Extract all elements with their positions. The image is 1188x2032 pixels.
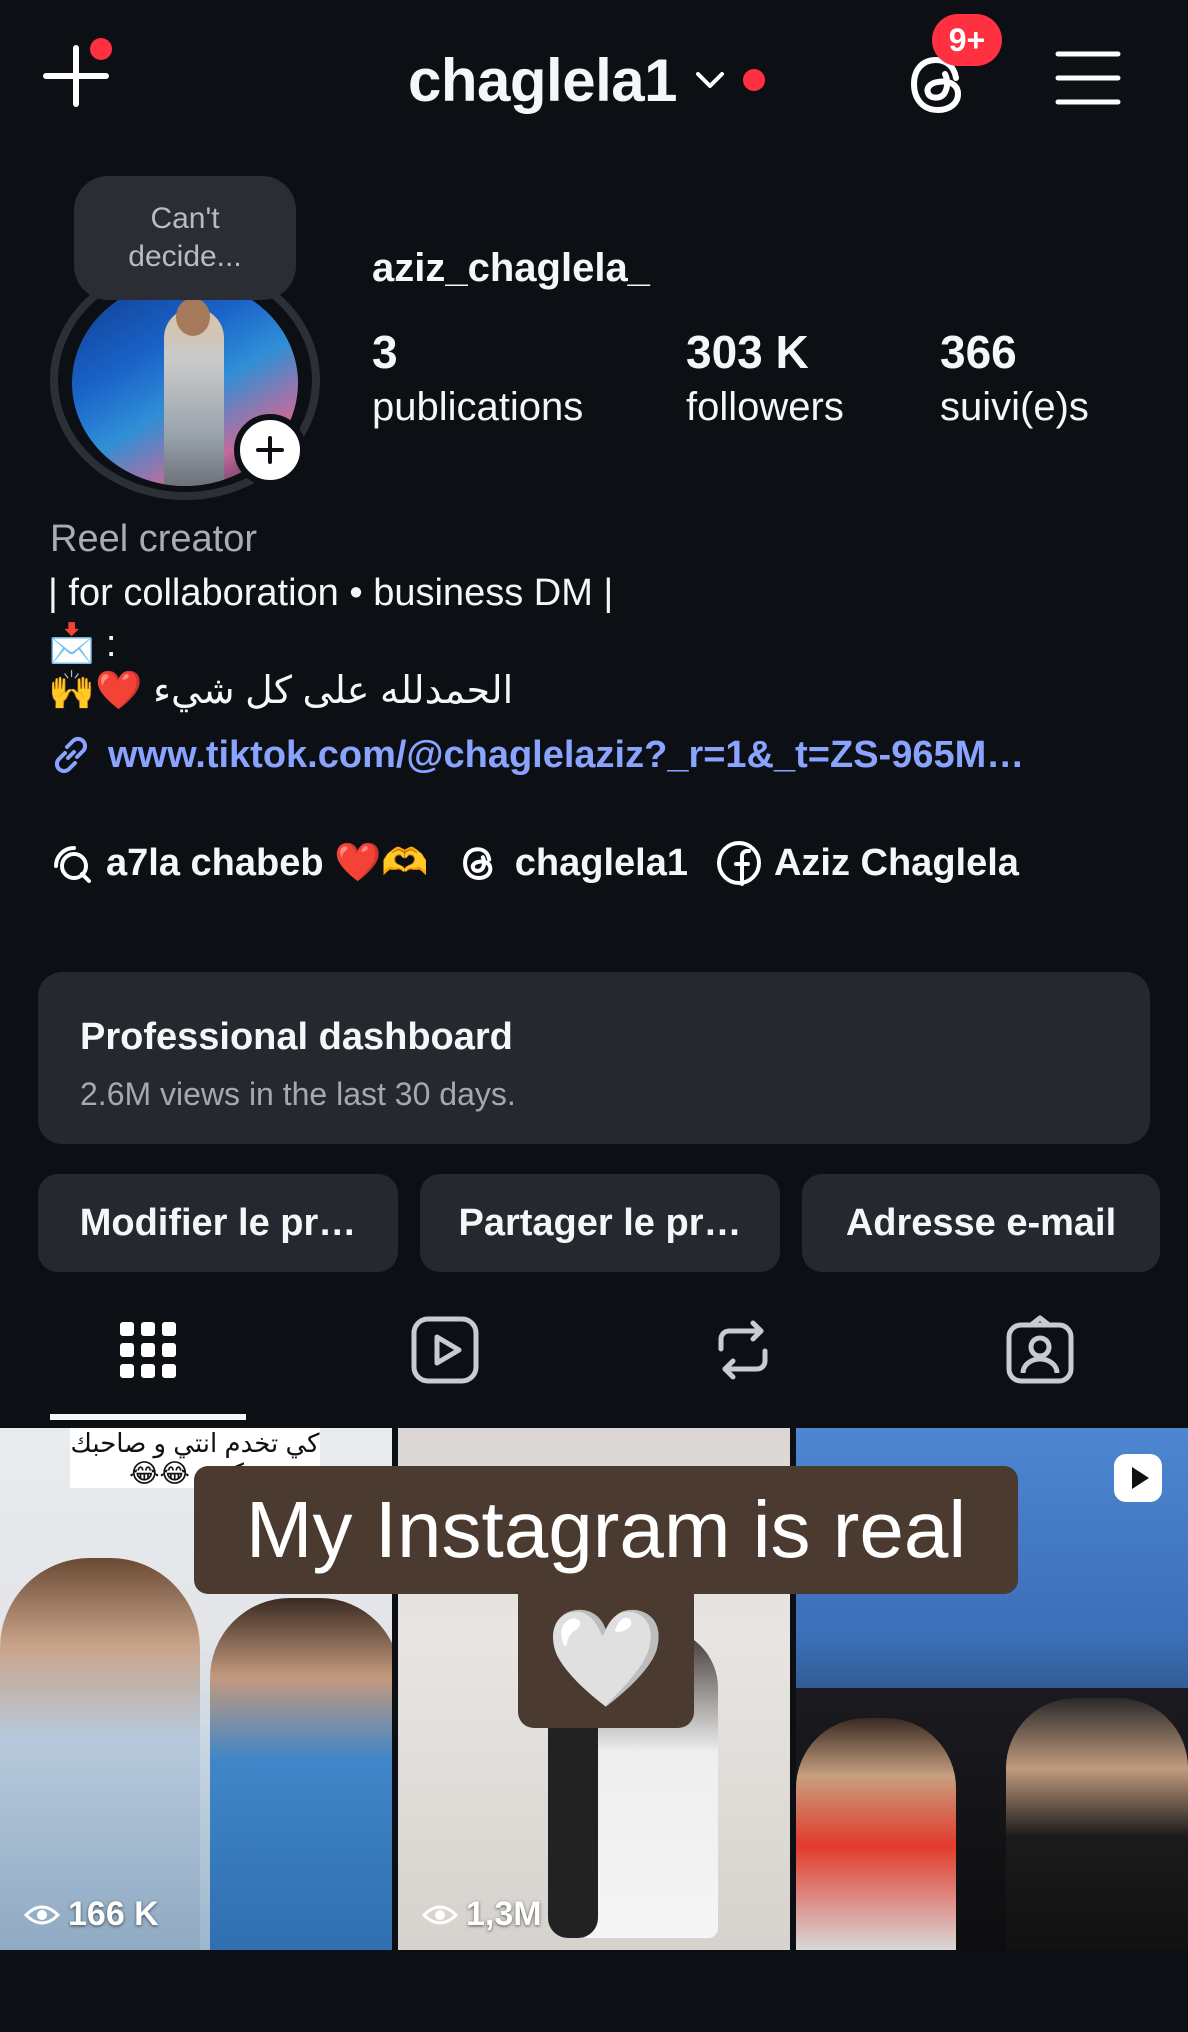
stat-posts[interactable]: 3 publications	[372, 326, 583, 436]
notification-dot	[90, 38, 112, 60]
stat-label: publications	[372, 385, 584, 429]
facebook-icon	[716, 841, 761, 886]
tagged-icon	[1006, 1315, 1074, 1384]
grid-icon	[120, 1322, 176, 1378]
dashboard-title: Professional dashboard	[80, 1016, 513, 1058]
add-story-button[interactable]	[234, 414, 306, 486]
tab-reposts[interactable]	[703, 1310, 783, 1390]
profile-links: a7la chabeb ❤️🫶 chaglela1 Aziz Chaglela	[48, 840, 1019, 886]
chip-label: Aziz Chaglela	[773, 841, 1019, 884]
bio-category: Reel creator	[50, 518, 257, 560]
chip-threads[interactable]: chaglela1	[457, 840, 688, 886]
threads-badge: 9+	[932, 14, 1002, 66]
menu-button[interactable]	[1054, 46, 1122, 110]
eye-icon	[422, 1905, 458, 1924]
bio-line: | for collaboration • business DM |	[48, 572, 614, 614]
active-tab-indicator	[50, 1414, 246, 1420]
eye-icon	[24, 1905, 60, 1924]
threads-icon	[462, 847, 493, 880]
bio-line: الحمدلله على كل شيء ❤️🙌	[48, 670, 514, 712]
stat-label: followers	[686, 385, 844, 429]
account-switcher[interactable]: chaglela1	[408, 44, 765, 116]
chip-broadcast[interactable]: a7la chabeb ❤️🫶	[48, 840, 429, 886]
stat-label: suivi(e)s	[940, 385, 1089, 429]
profile-handle: aziz_chaglela_	[372, 246, 650, 290]
link-icon	[54, 736, 88, 774]
profile-actions: Modifier le pr… Partager le pr… Adresse …	[38, 1174, 1160, 1272]
account-username: chaglela1	[408, 46, 678, 114]
view-count: 166 K	[24, 1895, 159, 1934]
stat-value: 3	[372, 326, 398, 378]
bio-line: 📩 :	[48, 623, 117, 665]
heart-emoji-overlay: 🤍	[518, 1590, 694, 1728]
video-caption-overlay: My Instagram is real	[194, 1466, 1018, 1594]
chip-label: chaglela1	[514, 841, 688, 884]
reposts-icon	[718, 1320, 768, 1380]
broadcast-channel-icon	[54, 846, 91, 883]
chip-facebook[interactable]: Aziz Chaglela	[716, 840, 1019, 886]
chevron-down-icon	[696, 72, 724, 88]
tab-tagged[interactable]	[1000, 1310, 1080, 1390]
edit-profile-button[interactable]: Modifier le pr…	[38, 1174, 398, 1272]
note-text: Can't decide...	[128, 202, 242, 273]
professional-dashboard-card[interactable]: Professional dashboard 2.6M views in the…	[38, 972, 1150, 1144]
create-button[interactable]	[40, 38, 112, 110]
reel-badge	[1112, 1452, 1164, 1504]
unread-dot	[743, 69, 765, 91]
reels-icon	[411, 1316, 479, 1384]
plus-icon	[256, 436, 284, 464]
chip-label: a7la chabeb ❤️🫶	[106, 842, 429, 884]
email-button[interactable]: Adresse e-mail	[802, 1174, 1160, 1272]
stat-value: 366	[940, 326, 1017, 378]
bio-link[interactable]: www.tiktok.com/@chaglelaziz?_r=1&_t=ZS-9…	[48, 732, 1024, 778]
tab-grid[interactable]	[108, 1310, 188, 1390]
tab-reels[interactable]	[405, 1310, 485, 1390]
stat-following[interactable]: 366 suivi(e)s	[940, 326, 1089, 436]
dashboard-subtitle: 2.6M views in the last 30 days.	[80, 1076, 516, 1112]
bio-link-text: www.tiktok.com/@chaglelaziz?_r=1&_t=ZS-9…	[108, 733, 1025, 776]
share-profile-button[interactable]: Partager le pr…	[420, 1174, 780, 1272]
stat-followers[interactable]: 303 K followers	[686, 326, 844, 436]
hamburger-icon	[1055, 51, 1121, 105]
note-bubble[interactable]: Can't decide...	[74, 176, 296, 300]
stat-value: 303 K	[686, 326, 809, 378]
view-count: 1,3M	[422, 1895, 542, 1934]
reels-icon	[1114, 1454, 1162, 1502]
